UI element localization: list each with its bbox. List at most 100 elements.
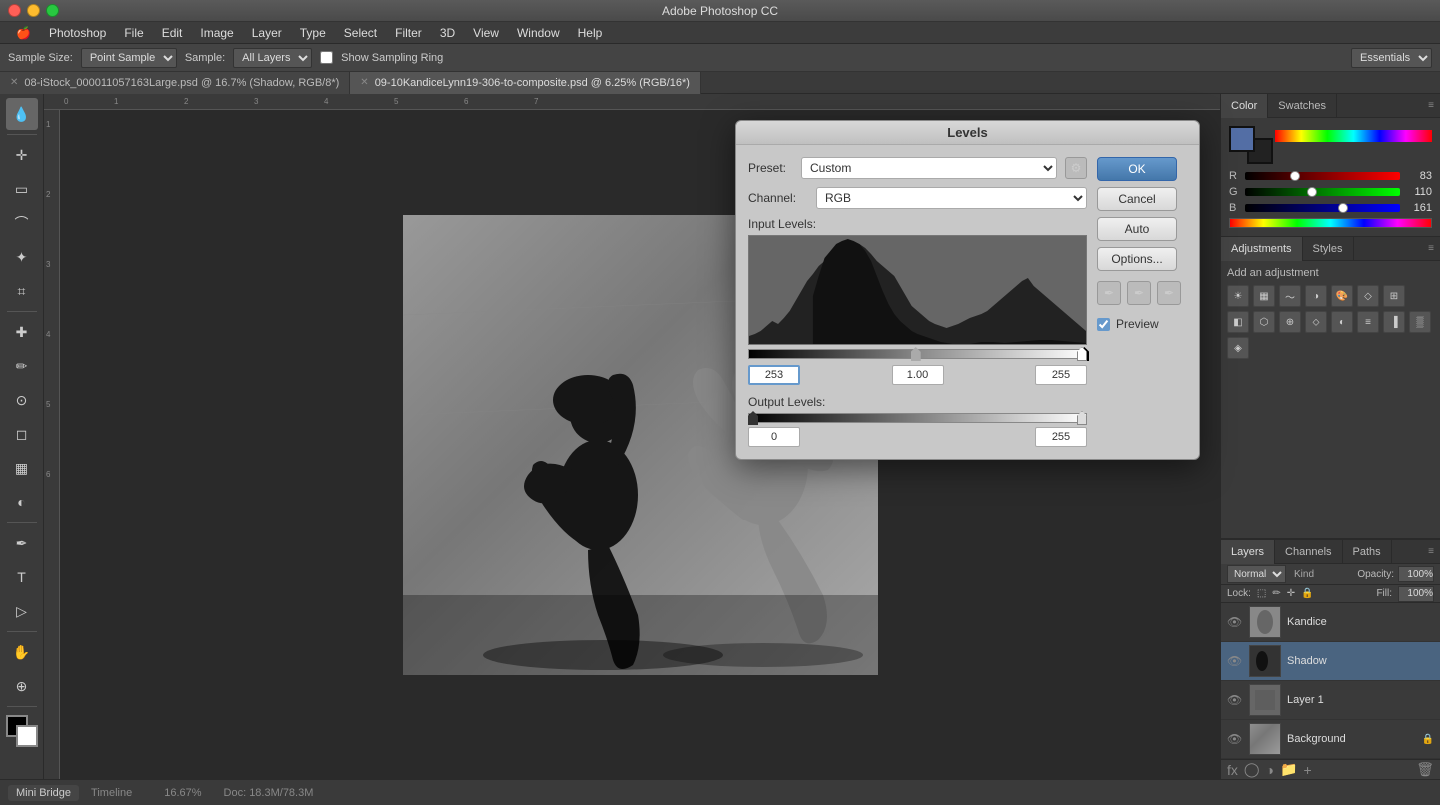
minimize-button[interactable] — [27, 4, 40, 17]
menu-3d[interactable]: 3D — [432, 24, 463, 42]
layers-panel-menu[interactable]: ≡ — [1422, 546, 1440, 557]
auto-button[interactable]: Auto — [1097, 217, 1177, 241]
hue-bar[interactable] — [1229, 218, 1432, 228]
adj-invert[interactable]: ◐ — [1331, 311, 1353, 333]
white-point-input[interactable] — [1035, 365, 1087, 385]
sample-shadows-eyedropper[interactable]: ✒ — [1097, 281, 1121, 305]
delete-layer-button[interactable]: 🗑 — [1416, 761, 1434, 778]
menu-apple[interactable]: 🍎 — [8, 24, 39, 42]
menu-help[interactable]: Help — [570, 24, 611, 42]
layer-eye-background[interactable]: 👁 — [1227, 732, 1243, 746]
tool-marquee[interactable]: ▭ — [6, 173, 38, 205]
adj-color-lookup[interactable]: ⬦ — [1305, 311, 1327, 333]
tool-brush[interactable]: ✏ — [6, 350, 38, 382]
tool-eyedropper[interactable]: 💧 — [6, 98, 38, 130]
sample-select[interactable]: All Layers — [233, 48, 312, 68]
sample-highlights-eyedropper[interactable]: ✒ — [1157, 281, 1181, 305]
tool-dodge[interactable]: ◐ — [6, 486, 38, 518]
r-slider-thumb[interactable] — [1290, 171, 1300, 181]
tool-gradient[interactable]: ▦ — [6, 452, 38, 484]
show-sampling-ring-checkbox[interactable] — [320, 51, 333, 64]
lock-transparent-icon[interactable]: ⬚ — [1257, 588, 1266, 599]
opacity-input[interactable] — [1398, 566, 1434, 582]
layer-eye-layer1[interactable]: 👁 — [1227, 693, 1243, 707]
b-slider-thumb[interactable] — [1338, 203, 1348, 213]
fg-color-swatch[interactable] — [1229, 126, 1255, 152]
adj-posterize[interactable]: ≡ — [1357, 311, 1379, 333]
menu-select[interactable]: Select — [336, 24, 385, 42]
tool-zoom[interactable]: ⊕ — [6, 670, 38, 702]
menu-image[interactable]: Image — [192, 24, 241, 42]
color-panel-menu[interactable]: ≡ — [1422, 100, 1440, 111]
layer-eye-shadow[interactable]: 👁 — [1227, 654, 1243, 668]
adj-channel-mixer[interactable]: ⊕ — [1279, 311, 1301, 333]
adj-vibrance[interactable]: 🎨 — [1331, 285, 1353, 307]
tool-pen[interactable]: ✒ — [6, 527, 38, 559]
layer-item-layer1[interactable]: 👁 Layer 1 — [1221, 681, 1440, 720]
tab-styles[interactable]: Styles — [1303, 237, 1354, 261]
output-black-input[interactable] — [748, 427, 800, 447]
tab-close-1[interactable]: ✕ — [10, 77, 18, 88]
adj-levels[interactable]: ▦ — [1253, 285, 1275, 307]
tool-healing[interactable]: ✚ — [6, 316, 38, 348]
preset-select[interactable]: Custom Default Darker Increase Contrast … — [801, 157, 1057, 179]
window-controls[interactable] — [8, 4, 59, 17]
g-slider-thumb[interactable] — [1307, 187, 1317, 197]
cancel-button[interactable]: Cancel — [1097, 187, 1177, 211]
create-new-layer-button[interactable]: + — [1303, 762, 1311, 778]
create-fill-layer-button[interactable]: ◑ — [1266, 762, 1274, 778]
tab-close-2[interactable]: ✕ — [360, 77, 368, 88]
menu-layer[interactable]: Layer — [244, 24, 290, 42]
fill-input[interactable] — [1398, 586, 1434, 602]
adj-panel-menu[interactable]: ≡ — [1422, 243, 1440, 254]
adj-brightness[interactable]: ☀ — [1227, 285, 1249, 307]
tool-magic-wand[interactable]: ✦ — [6, 241, 38, 273]
menu-view[interactable]: View — [465, 24, 507, 42]
menu-window[interactable]: Window — [509, 24, 568, 42]
tool-clone[interactable]: ⊙ — [6, 384, 38, 416]
menu-edit[interactable]: Edit — [154, 24, 191, 42]
tab-layers[interactable]: Layers — [1221, 540, 1275, 564]
preset-gear-button[interactable]: ⚙ — [1065, 157, 1087, 179]
tool-crop[interactable]: ⌗ — [6, 275, 38, 307]
document-tab-2[interactable]: ✕ 09-10KandiceLynn19-306-to-composite.ps… — [350, 72, 701, 94]
menu-filter[interactable]: Filter — [387, 24, 430, 42]
tab-paths[interactable]: Paths — [1343, 540, 1392, 564]
adj-curves[interactable]: 〜 — [1279, 285, 1301, 307]
maximize-button[interactable] — [46, 4, 59, 17]
ok-button[interactable]: OK — [1097, 157, 1177, 181]
sample-midtones-eyedropper[interactable]: ✒ — [1127, 281, 1151, 305]
adj-threshold[interactable]: ▐ — [1383, 311, 1405, 333]
tool-lasso[interactable]: ⌒ — [6, 207, 38, 239]
adj-hue-sat[interactable]: ◇ — [1357, 285, 1379, 307]
tool-hand[interactable]: ✋ — [6, 636, 38, 668]
tab-swatches[interactable]: Swatches — [1268, 94, 1337, 118]
close-button[interactable] — [8, 4, 21, 17]
layer-item-shadow[interactable]: 👁 Shadow — [1221, 642, 1440, 681]
black-point-input[interactable] — [748, 365, 800, 385]
timeline-button[interactable]: Timeline — [91, 787, 132, 799]
menu-type[interactable]: Type — [292, 24, 334, 42]
color-spectrum-bar[interactable] — [1275, 130, 1432, 142]
mini-bridge-button[interactable]: Mini Bridge — [8, 785, 79, 801]
tool-shape[interactable]: ▷ — [6, 595, 38, 627]
adj-color-balance[interactable]: ⊞ — [1383, 285, 1405, 307]
adj-exposure[interactable]: ◑ — [1305, 285, 1327, 307]
lock-image-icon[interactable]: ✏ — [1272, 588, 1280, 599]
menu-photoshop[interactable]: Photoshop — [41, 24, 114, 42]
adj-black-white[interactable]: ◧ — [1227, 311, 1249, 333]
lock-position-icon[interactable]: ✛ — [1287, 588, 1295, 599]
layer-item-kandice[interactable]: 👁 Kandice — [1221, 603, 1440, 642]
midpoint-input[interactable] — [892, 365, 944, 385]
preview-checkbox[interactable] — [1097, 318, 1110, 331]
tool-move[interactable]: ✛ — [6, 139, 38, 171]
tab-channels[interactable]: Channels — [1275, 540, 1342, 564]
adj-selective-color[interactable]: ◈ — [1227, 337, 1249, 359]
channel-select[interactable]: RGB Red Green Blue — [816, 187, 1087, 209]
document-tab-1[interactable]: ✕ 08-iStock_000011057163Large.psd @ 16.7… — [0, 72, 350, 94]
create-group-button[interactable]: 📁 — [1280, 761, 1297, 778]
essentials-select[interactable]: Essentials — [1351, 48, 1432, 68]
background-color[interactable] — [16, 725, 38, 747]
tool-type[interactable]: T — [6, 561, 38, 593]
tab-adjustments[interactable]: Adjustments — [1221, 237, 1303, 261]
